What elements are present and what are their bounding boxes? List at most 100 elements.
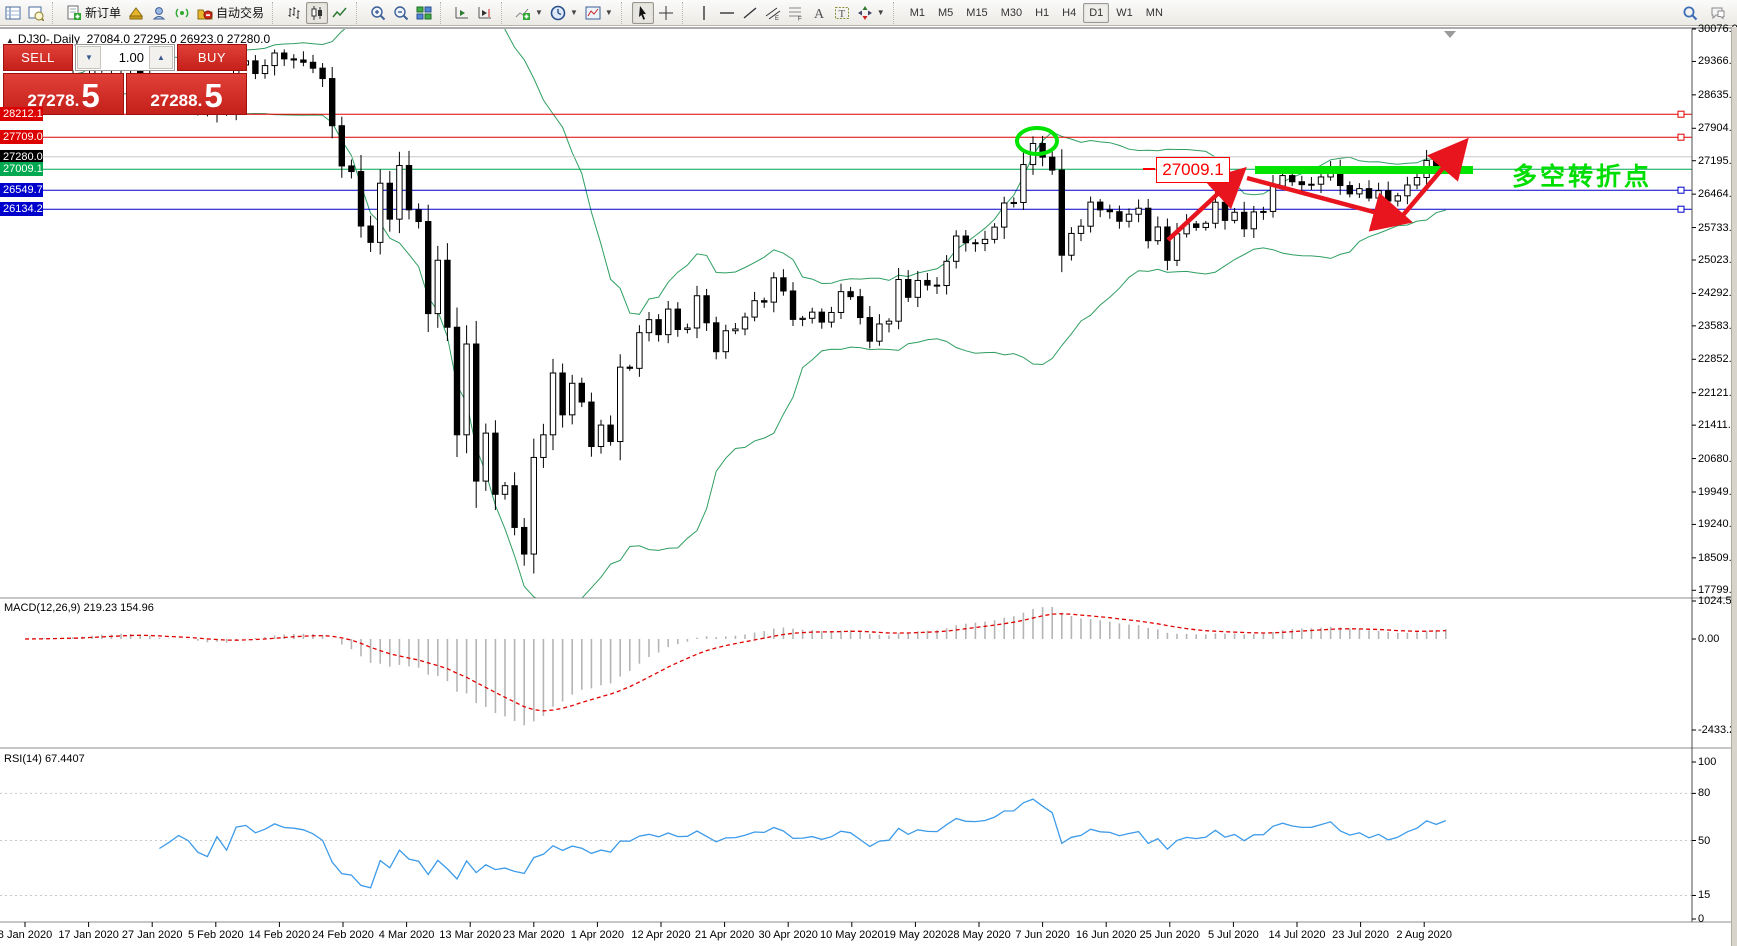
cursor-button[interactable] <box>631 1 654 24</box>
chat-button[interactable] <box>1707 2 1729 24</box>
volume-increase-button[interactable]: ▲ <box>149 46 173 69</box>
strategy-tester-icon <box>152 6 166 19</box>
rsi-line <box>159 798 1447 889</box>
toolbar-separator <box>501 1 509 24</box>
cursor-icon <box>638 5 646 20</box>
line-handle[interactable] <box>1677 205 1685 213</box>
new-order-button[interactable]: 新订单 <box>63 2 124 24</box>
date-axis-label: 10 May 2020 <box>819 929 884 941</box>
chart-shift-marker[interactable] <box>1444 31 1456 38</box>
history-center-icon <box>129 6 144 19</box>
date-axis-label: 4 Mar 2020 <box>378 929 435 941</box>
date-axis-label: 19 May 2020 <box>883 929 948 941</box>
arrows-icon <box>857 5 872 20</box>
buy-button[interactable]: BUY <box>177 44 247 71</box>
toolbar-separator <box>892 1 901 24</box>
signals-button[interactable] <box>171 2 193 24</box>
indicators-icon <box>515 8 531 20</box>
timeframe-m15-button[interactable]: M15 <box>960 3 993 23</box>
timeframe-mn-button[interactable]: MN <box>1140 3 1169 23</box>
date-axis-label: 21 Apr 2020 <box>694 929 755 941</box>
templates-button[interactable]: ▼ <box>582 2 616 24</box>
data-window-icon <box>28 6 44 21</box>
price-axis-badge: 26549.7 <box>0 183 43 198</box>
channel-button[interactable]: E <box>762 2 784 24</box>
timeframe-d1-button[interactable]: D1 <box>1083 2 1110 23</box>
date-axis-label: 14 Jul 2020 <box>1268 929 1326 941</box>
data-window-button[interactable] <box>25 2 47 24</box>
timeframe-m5-button[interactable]: M5 <box>932 3 959 23</box>
toolbar-separator <box>356 1 364 24</box>
autotrade-button[interactable]: 自动交易 <box>194 2 267 24</box>
channel-icon: E <box>765 7 781 21</box>
candlestick-button[interactable] <box>306 1 329 24</box>
toolbar-separator <box>52 1 60 24</box>
chart-shift-button[interactable] <box>474 2 496 24</box>
volume-decrease-button[interactable]: ▼ <box>77 46 101 69</box>
chart-plot[interactable] <box>0 27 1737 946</box>
periods-button[interactable]: ▼ <box>547 2 581 24</box>
date-axis-label: 28 May 2020 <box>947 929 1011 941</box>
arrows-button[interactable]: ▼ <box>854 2 888 24</box>
autotrade-icon <box>197 9 213 19</box>
tile-windows-icon <box>416 6 432 19</box>
macd-values: 219.23 154.96 <box>83 602 154 614</box>
vertical-line-icon <box>703 5 705 20</box>
price-axis-badge: 28212.1 <box>0 107 43 122</box>
volume-input[interactable] <box>102 45 148 70</box>
periods-icon <box>550 5 566 20</box>
timeframe-h1-button[interactable]: H1 <box>1029 3 1055 23</box>
date-axis-label: 14 Feb 2020 <box>248 929 311 941</box>
date-axis-label: 1 Apr 2020 <box>570 929 624 941</box>
timeframe-h4-button[interactable]: H4 <box>1056 3 1082 23</box>
line-handle[interactable] <box>1677 133 1685 141</box>
auto-scroll-button[interactable] <box>451 2 473 24</box>
text-button[interactable]: A <box>808 2 830 24</box>
price-callout-label[interactable]: 27009.1 <box>1156 157 1230 183</box>
timeframe-m30-button[interactable]: M30 <box>995 3 1028 23</box>
search-button[interactable] <box>1679 2 1701 24</box>
date-axis-label: 16 Jun 2020 <box>1075 929 1137 941</box>
vertical-line-button[interactable] <box>693 2 715 24</box>
history-center-button[interactable] <box>125 2 147 24</box>
line-chart-button[interactable] <box>329 2 351 24</box>
dropdown-caret-icon[interactable]: ▼ <box>535 8 543 17</box>
date-axis-label: 8 Jan 2020 <box>0 929 53 941</box>
indicators-button[interactable]: ▼ <box>512 2 546 24</box>
horizontal-line-button[interactable] <box>716 2 738 24</box>
right-edge-strip <box>1731 27 1737 946</box>
line-handle[interactable] <box>1677 110 1685 118</box>
market-watch-button[interactable] <box>2 2 24 24</box>
buy-price[interactable]: 27288. 5 <box>126 73 247 115</box>
dropdown-caret-icon[interactable]: ▼ <box>877 8 885 17</box>
date-axis-label: 5 Jul 2020 <box>1208 929 1259 941</box>
date-axis-label: 13 Mar 2020 <box>439 929 502 941</box>
sell-button[interactable]: SELL <box>3 44 73 71</box>
fibonacci-button[interactable]: F <box>785 2 807 24</box>
text-label-button[interactable]: T <box>831 2 853 24</box>
line-handle[interactable] <box>1677 186 1685 194</box>
main-toolbar: 新订单 自动交易 ▼ ▼ ▼ E F A T ▼ M1 M5 M15 M30 H1 H4 D1 W1 MN <box>0 0 1737 26</box>
rsi-axis-label: 100 <box>1698 756 1717 768</box>
toolbar-separator <box>681 1 690 24</box>
date-axis-label: 12 Apr 2020 <box>631 929 691 941</box>
candles <box>21 49 1449 574</box>
toolbar-separator <box>440 1 448 24</box>
dropdown-caret-icon[interactable]: ▼ <box>605 8 613 17</box>
trendline-button[interactable] <box>739 2 761 24</box>
timeframe-w1-button[interactable]: W1 <box>1110 3 1139 23</box>
horizontal-line-icon <box>719 11 734 14</box>
bollinger-lower-band <box>24 90 1446 598</box>
tile-windows-button[interactable] <box>413 2 435 24</box>
toolbar-separator <box>272 1 280 24</box>
date-axis-label: 27 Jan 2020 <box>121 929 183 941</box>
zoom-out-button[interactable] <box>390 2 412 24</box>
strategy-tester-button[interactable] <box>148 2 170 24</box>
bar-chart-button[interactable] <box>283 2 305 24</box>
dropdown-caret-icon[interactable]: ▼ <box>570 8 578 17</box>
timeframe-m1-button[interactable]: M1 <box>904 3 931 23</box>
date-axis-label: 24 Feb 2020 <box>312 929 374 941</box>
zoom-in-button[interactable] <box>367 2 389 24</box>
crosshair-button[interactable] <box>655 2 677 24</box>
turning-point-text[interactable]: 多空转折点 <box>1512 157 1652 193</box>
